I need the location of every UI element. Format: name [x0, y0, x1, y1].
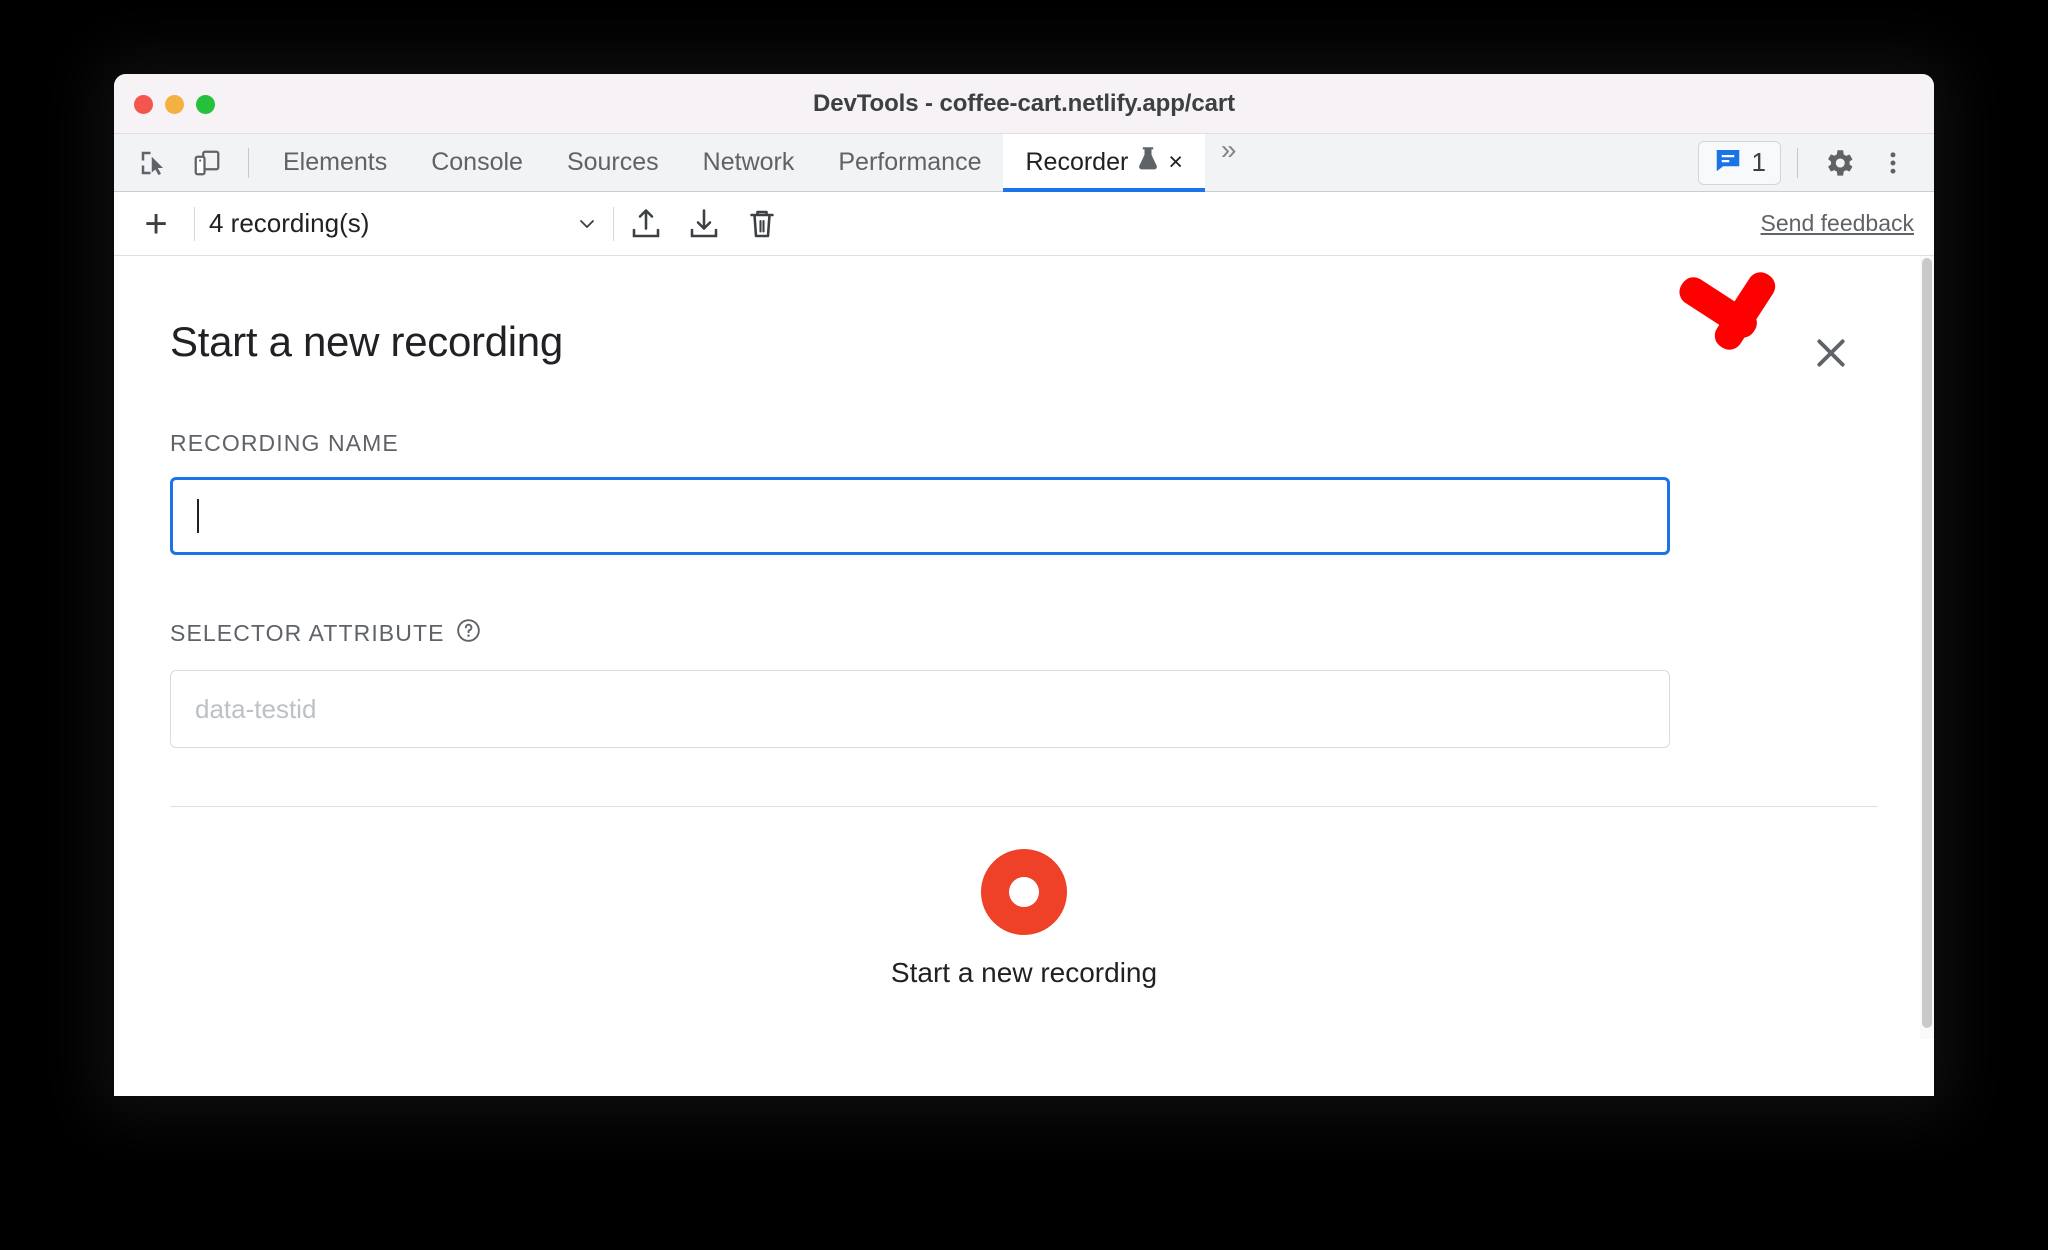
close-window-button[interactable]	[134, 94, 153, 114]
record-circle-inner	[1009, 877, 1039, 907]
message-icon	[1713, 145, 1743, 180]
panel-scrollbar-thumb[interactable]	[1922, 258, 1932, 1028]
tabbar-left-icons	[114, 134, 261, 191]
recordings-dropdown[interactable]: 4 recording(s)	[209, 208, 599, 239]
recorder-tool-icons	[628, 206, 780, 242]
window-titlebar: DevTools - coffee-cart.netlify.app/cart	[114, 74, 1934, 134]
tab-label: Recorder	[1025, 148, 1129, 176]
record-circle-icon[interactable]	[981, 849, 1067, 935]
zoom-window-button[interactable]	[196, 94, 215, 114]
message-count-button[interactable]: 1	[1697, 140, 1781, 185]
page-title: Start a new recording	[170, 318, 563, 365]
text-caret	[197, 499, 199, 533]
recording-name-input[interactable]	[170, 477, 1670, 555]
field-spacer	[170, 555, 1878, 617]
recorder-main-panel: Start a new recording RECORDING NAME SEL…	[114, 256, 1934, 1039]
minimize-window-button[interactable]	[165, 94, 184, 114]
import-icon[interactable]	[628, 206, 664, 242]
export-icon[interactable]	[686, 206, 722, 242]
tab-label: Sources	[566, 148, 659, 176]
tab-sources[interactable]: Sources	[545, 134, 681, 191]
recording-name-label-text: RECORDING NAME	[170, 430, 399, 456]
tab-recorder[interactable]: Recorder ×	[1003, 134, 1206, 192]
selector-attribute-placeholder: data-testid	[195, 693, 317, 724]
close-panel-button[interactable]	[1808, 330, 1854, 376]
toolbar-divider-2	[613, 206, 614, 241]
recorder-toolbar: + 4 recording(s) Send feedback	[114, 192, 1934, 256]
toolbar-divider	[194, 206, 195, 241]
recording-name-label: RECORDING NAME	[170, 430, 1878, 457]
more-tabs-icon[interactable]: »	[1205, 134, 1249, 191]
add-recording-button[interactable]: +	[132, 204, 180, 244]
close-icon[interactable]: ×	[1168, 150, 1183, 175]
selector-attribute-label-text: SELECTOR ATTRIBUTE	[170, 620, 445, 646]
traffic-lights	[134, 74, 215, 134]
tab-console[interactable]: Console	[409, 134, 545, 191]
device-toolbar-icon[interactable]	[182, 140, 232, 186]
experiment-flask-icon	[1137, 146, 1159, 179]
tab-label: Network	[702, 148, 795, 176]
panel-header: Start a new recording	[114, 256, 1934, 376]
tab-performance[interactable]: Performance	[816, 134, 1003, 191]
send-feedback-link[interactable]: Send feedback	[1761, 210, 1914, 237]
chevron-down-icon	[575, 212, 599, 236]
selector-attribute-input[interactable]: data-testid	[170, 670, 1670, 748]
start-recording-area: Start a new recording	[114, 807, 1934, 989]
tab-network[interactable]: Network	[681, 134, 817, 191]
tabbar-right-controls: 1	[1697, 134, 1934, 191]
devtools-window: DevTools - coffee-cart.netlify.app/cart	[114, 74, 1934, 1096]
tab-label: Console	[431, 148, 523, 176]
delete-icon[interactable]	[744, 206, 780, 242]
devtools-tabs: Elements Console Sources Network Perform…	[261, 134, 1206, 192]
devtools-tabbar: Elements Console Sources Network Perform…	[114, 134, 1934, 192]
kebab-menu-icon[interactable]	[1868, 140, 1918, 186]
tab-label: Performance	[838, 148, 982, 176]
help-icon[interactable]	[455, 617, 482, 650]
panel-scrollbar[interactable]	[1920, 256, 1934, 1039]
new-recording-form: RECORDING NAME SELECTOR ATTRIBUTE data-t…	[114, 430, 1934, 807]
recordings-dropdown-label: 4 recording(s)	[209, 208, 370, 238]
screenshot-root: DevTools - coffee-cart.netlify.app/cart	[0, 0, 2048, 1250]
selector-attribute-label: SELECTOR ATTRIBUTE	[170, 617, 1878, 650]
start-recording-caption: Start a new recording	[890, 957, 1158, 988]
tabbar-right-divider	[1797, 147, 1798, 178]
gear-icon[interactable]	[1814, 140, 1864, 186]
message-count: 1	[1751, 147, 1766, 177]
tab-elements[interactable]: Elements	[261, 134, 409, 191]
tabbar-divider	[248, 147, 249, 178]
tab-label: Elements	[283, 148, 388, 176]
inspect-element-icon[interactable]	[128, 140, 178, 186]
window-title: DevTools - coffee-cart.netlify.app/cart	[813, 89, 1235, 117]
